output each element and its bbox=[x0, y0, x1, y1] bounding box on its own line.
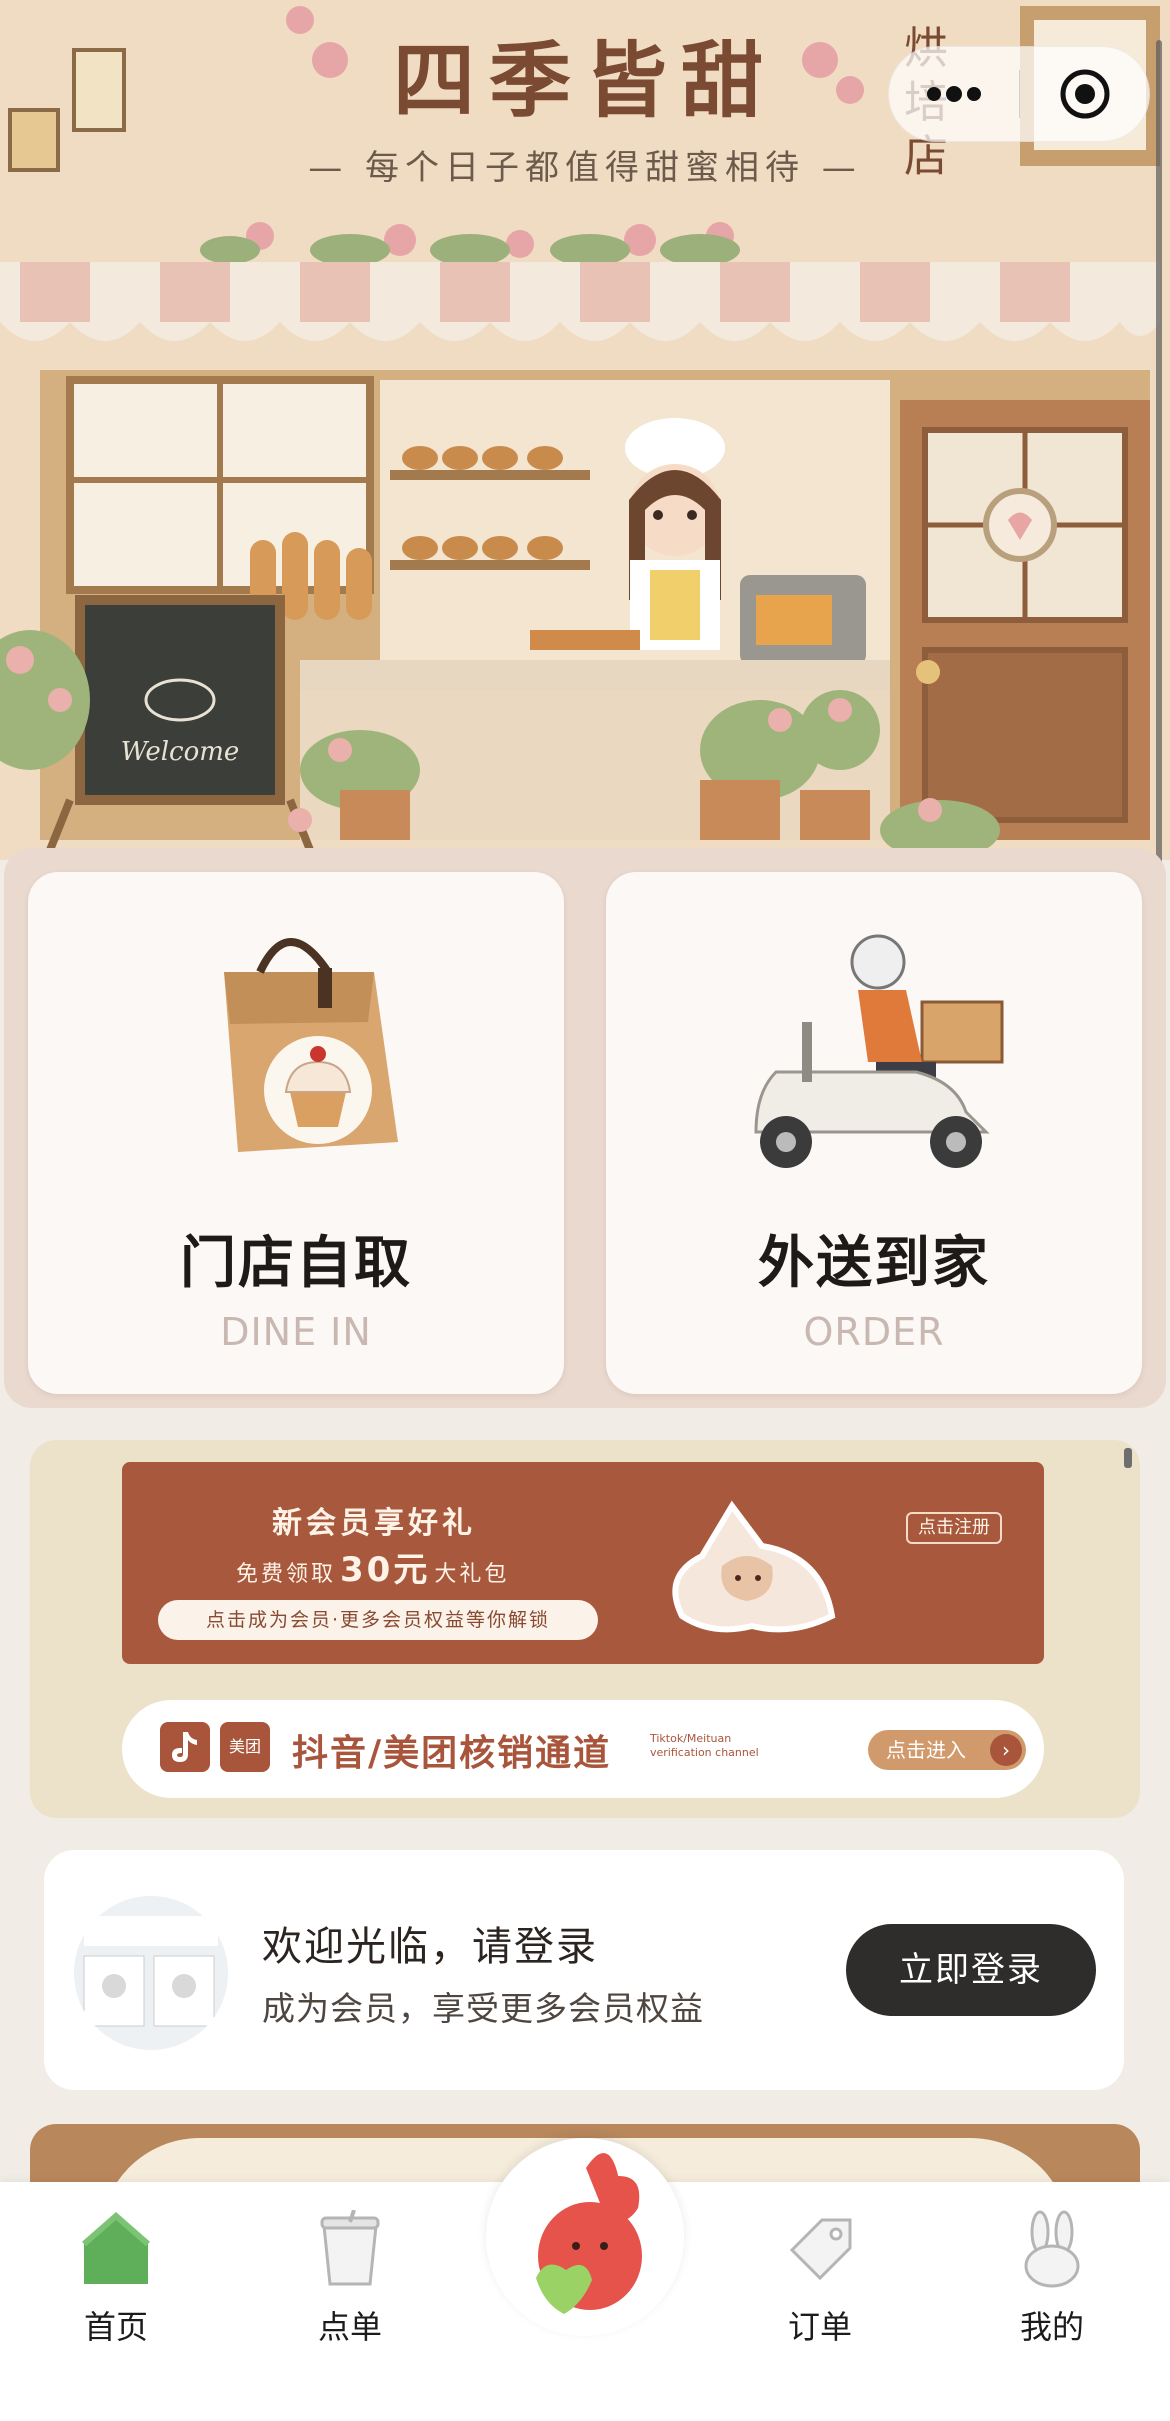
tab-orders[interactable]: 订单 bbox=[740, 2210, 900, 2360]
home-icon bbox=[82, 2212, 150, 2284]
dine-in-title: 门店自取 bbox=[180, 1231, 412, 1296]
member-banner-offer: 免费领取 30元 大礼包 bbox=[236, 1542, 509, 1591]
shop-slogan: — 每个日子都值得甜蜜相待 — bbox=[308, 148, 862, 188]
delivery-subtitle: ORDER bbox=[803, 1310, 945, 1354]
offer-suffix: 大礼包 bbox=[434, 1562, 510, 1587]
dine-in-subtitle: DINE IN bbox=[220, 1310, 372, 1354]
meituan-logo-icon: 美团 bbox=[220, 1722, 270, 1772]
delivery-title: 外送到家 bbox=[758, 1231, 990, 1296]
enter-label: 点击进入 bbox=[886, 1738, 966, 1762]
bunny-mascot-icon bbox=[536, 2153, 642, 2314]
register-button[interactable]: 点击注册 bbox=[906, 1512, 1002, 1544]
tab-order-label: 点单 bbox=[317, 2308, 382, 2346]
more-button[interactable] bbox=[889, 46, 1019, 142]
login-card: 欢迎光临，请登录 成为会员，享受更多会员权益 立即登录 bbox=[44, 1850, 1124, 2090]
avatar-placeholder-image bbox=[74, 1896, 228, 2050]
login-welcome-title: 欢迎光临，请登录 bbox=[262, 1924, 598, 1970]
delivery-scooter-icon bbox=[754, 934, 1004, 1168]
center-mascot-button[interactable] bbox=[486, 2138, 684, 2336]
delivery-card[interactable]: 外送到家 ORDER bbox=[606, 872, 1142, 1394]
cup-icon bbox=[320, 2210, 380, 2286]
target-circle-icon bbox=[1060, 69, 1109, 119]
more-dots-icon bbox=[927, 86, 981, 102]
tab-mine[interactable]: 我的 bbox=[972, 2210, 1132, 2360]
member-benefits-pill[interactable]: 点击成为会员·更多会员权益等你解锁 bbox=[158, 1600, 598, 1640]
offer-amount: 30元 bbox=[340, 1550, 431, 1590]
tag-icon bbox=[789, 2218, 852, 2281]
member-banner-title: 新会员享好礼 bbox=[272, 1506, 476, 1541]
service-options: 门店自取 DINE IN 外送到家 ORDER bbox=[4, 848, 1166, 1408]
tab-mine-label: 我的 bbox=[1019, 2308, 1084, 2346]
miniprogram-capsule bbox=[888, 46, 1150, 142]
offer-prefix: 免费领取 bbox=[236, 1562, 337, 1587]
tab-home[interactable]: 首页 bbox=[36, 2210, 196, 2360]
chevron-right-icon: › bbox=[990, 1734, 1022, 1766]
new-member-banner[interactable]: 新会员享好礼 免费领取 30元 大礼包 点击成为会员·更多会员权益等你解锁 点击注册 bbox=[122, 1462, 1044, 1664]
tab-order[interactable]: 点单 bbox=[270, 2210, 430, 2360]
mascot-icon bbox=[672, 1500, 836, 1633]
promo-scroll-indicator bbox=[1124, 1448, 1132, 1468]
verify-channel-title: 抖音/美团核销通道 bbox=[292, 1733, 612, 1774]
dine-in-card[interactable]: 门店自取 DINE IN bbox=[28, 872, 564, 1394]
douyin-meituan-verify-bar[interactable]: 美团 抖音/美团核销通道 Tiktok/Meituan verification… bbox=[122, 1700, 1044, 1798]
tab-home-label: 首页 bbox=[83, 2308, 148, 2346]
promo-section: 新会员享好礼 免费领取 30元 大礼包 点击成为会员·更多会员权益等你解锁 点击注册… bbox=[30, 1440, 1140, 1818]
login-button[interactable]: 立即登录 bbox=[846, 1924, 1096, 2016]
verify-channel-english: Tiktok/Meituan verification channel bbox=[650, 1732, 759, 1759]
close-miniprogram-button[interactable] bbox=[1020, 46, 1149, 142]
login-description: 成为会员，享受更多会员权益 bbox=[262, 1989, 704, 2028]
paper-bag-cupcake-icon bbox=[224, 938, 398, 1152]
chalkboard-text: Welcome bbox=[121, 737, 240, 767]
avatar bbox=[74, 1896, 228, 2050]
tab-orders-label: 订单 bbox=[787, 2308, 852, 2346]
enter-button[interactable]: 点击进入 › bbox=[868, 1730, 1026, 1770]
douyin-logo-icon bbox=[160, 1722, 210, 1772]
rabbit-icon bbox=[1024, 2210, 1080, 2288]
